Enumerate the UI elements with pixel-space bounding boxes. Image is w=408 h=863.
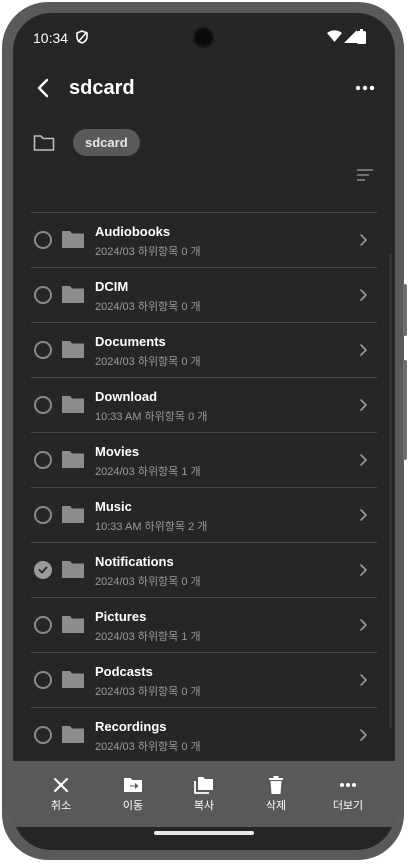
list-item[interactable]: Music 10:33 AM 하위항목 2 개 xyxy=(31,488,377,543)
folder-meta: 2024/03 하위항목 1 개 xyxy=(95,631,201,643)
folder-meta: 2024/03 하위항목 0 개 xyxy=(95,741,201,753)
chevron-right-icon xyxy=(360,454,367,466)
chevron-right-icon xyxy=(360,674,367,686)
list-item[interactable]: Movies 2024/03 하위항목 1 개 xyxy=(31,433,377,488)
select-radio[interactable] xyxy=(34,231,52,249)
folder-icon xyxy=(62,341,84,358)
folder-meta: 10:33 AM 하위항목 2 개 xyxy=(95,521,208,533)
list-item[interactable]: Download 10:33 AM 하위항목 0 개 xyxy=(31,378,377,433)
status-bar: 10:34 xyxy=(13,13,395,61)
sort-icon[interactable] xyxy=(356,168,374,182)
folder-name: Podcasts xyxy=(95,664,153,679)
select-radio[interactable] xyxy=(34,671,52,689)
list-item[interactable]: DCIM 2024/03 하위항목 0 개 xyxy=(31,268,377,323)
chevron-right-icon xyxy=(360,399,367,411)
list-item[interactable]: Documents 2024/03 하위항목 0 개 xyxy=(31,323,377,378)
more-label: 더보기 xyxy=(332,800,364,812)
folder-meta: 2024/03 하위항목 1 개 xyxy=(95,466,201,478)
folder-name: Recordings xyxy=(95,719,167,734)
power-button xyxy=(403,284,407,336)
select-radio[interactable] xyxy=(34,341,52,359)
delete-button[interactable]: 삭제 xyxy=(246,761,306,827)
delete-label: 삭제 xyxy=(265,800,287,812)
select-radio[interactable] xyxy=(34,616,52,634)
folder-name: Download xyxy=(95,389,158,404)
page-title: sdcard xyxy=(69,77,135,99)
folder-list: Audiobooks 2024/03 하위항목 0 개 DCIM 2024/03 하위… xyxy=(31,212,377,763)
folder-meta: 2024/03 하위항목 0 개 xyxy=(95,301,201,313)
folder-icon xyxy=(62,396,84,413)
select-radio[interactable] xyxy=(34,286,52,304)
chevron-right-icon xyxy=(360,509,367,521)
list-item[interactable]: Pictures 2024/03 하위항목 1 개 xyxy=(31,598,377,653)
more-horizontal-icon xyxy=(340,783,356,787)
status-time: 10:34 xyxy=(33,30,69,46)
folder-meta: 10:33 AM 하위항목 0 개 xyxy=(95,411,208,423)
copy-label: 복사 xyxy=(193,800,215,812)
back-icon[interactable] xyxy=(33,77,55,99)
signal-icon xyxy=(344,30,357,43)
move-icon xyxy=(124,778,142,792)
folder-name: DCIM xyxy=(95,279,129,294)
move-label: 이동 xyxy=(122,800,144,812)
folder-meta: 2024/03 하위항목 0 개 xyxy=(95,576,201,588)
cancel-button[interactable]: 취소 xyxy=(31,761,91,827)
wifi-icon xyxy=(327,30,342,42)
screen: 10:34 sdcard sdcard Audiobooks 2024/03 하… xyxy=(13,13,395,850)
folder-icon xyxy=(62,726,84,743)
folder-icon xyxy=(62,561,84,578)
select-radio[interactable] xyxy=(34,396,52,414)
move-button[interactable]: 이동 xyxy=(103,761,163,827)
breadcrumb-chip[interactable]: sdcard xyxy=(73,129,140,156)
vpn-icon xyxy=(76,30,88,44)
scrollbar[interactable] xyxy=(389,253,392,728)
folder-icon xyxy=(62,671,84,688)
trash-icon xyxy=(269,776,283,794)
volume-button xyxy=(403,360,407,460)
chevron-right-icon xyxy=(360,729,367,741)
select-radio[interactable] xyxy=(34,726,52,744)
chevron-right-icon xyxy=(360,234,367,246)
chevron-right-icon xyxy=(360,564,367,576)
chevron-right-icon xyxy=(360,289,367,301)
folder-meta: 2024/03 하위항목 0 개 xyxy=(95,356,201,368)
close-icon xyxy=(53,777,69,793)
more-icon[interactable] xyxy=(353,77,377,99)
folder-name: Documents xyxy=(95,334,166,349)
folder-meta: 2024/03 하위항목 0 개 xyxy=(95,246,201,258)
checked-radio[interactable] xyxy=(34,561,52,579)
chevron-right-icon xyxy=(360,619,367,631)
folder-icon xyxy=(62,286,84,303)
select-radio[interactable] xyxy=(34,451,52,469)
copy-button[interactable]: 복사 xyxy=(174,761,234,827)
folder-icon xyxy=(62,231,84,248)
folder-icon xyxy=(33,135,55,151)
list-item[interactable]: Notifications 2024/03 하위항목 0 개 xyxy=(31,543,377,598)
front-camera xyxy=(193,27,214,48)
bottom-action-bar: 취소 이동 복사 삭제 더보기 xyxy=(13,761,395,827)
folder-name: Notifications xyxy=(95,554,174,569)
folder-name: Music xyxy=(95,499,132,514)
list-item[interactable]: Audiobooks 2024/03 하위항목 0 개 xyxy=(31,213,377,268)
app-bar: sdcard xyxy=(13,67,395,111)
check-icon xyxy=(38,566,48,574)
folder-name: Pictures xyxy=(95,609,147,624)
more-actions-button[interactable]: 더보기 xyxy=(318,761,378,827)
folder-icon xyxy=(62,451,84,468)
chevron-right-icon xyxy=(360,344,367,356)
copy-icon xyxy=(194,777,213,794)
list-item[interactable]: Recordings 2024/03 하위항목 0 개 xyxy=(31,708,377,763)
list-item[interactable]: Podcasts 2024/03 하위항목 0 개 xyxy=(31,653,377,708)
cancel-label: 취소 xyxy=(50,800,72,812)
gesture-bar[interactable] xyxy=(154,831,254,835)
battery-icon xyxy=(357,29,366,44)
folder-meta: 2024/03 하위항목 0 개 xyxy=(95,686,201,698)
folder-name: Audiobooks xyxy=(95,224,171,239)
phone-frame: 10:34 sdcard sdcard Audiobooks 2024/03 하… xyxy=(2,2,407,860)
folder-name: Movies xyxy=(95,444,140,459)
folder-icon xyxy=(62,506,84,523)
select-radio[interactable] xyxy=(34,506,52,524)
folder-icon xyxy=(62,616,84,633)
